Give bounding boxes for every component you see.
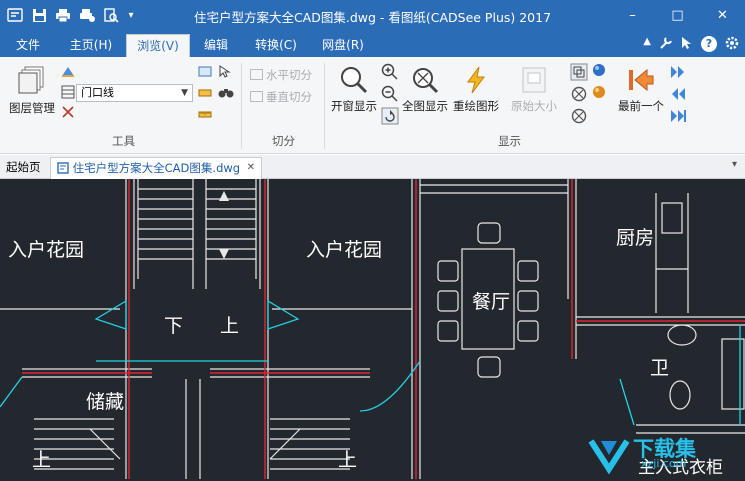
label-up-center: 上 bbox=[220, 315, 240, 337]
pointer-icon[interactable] bbox=[681, 36, 693, 53]
maximize-button[interactable]: □ bbox=[655, 0, 700, 31]
layer-manage-button[interactable]: 图层管理 bbox=[8, 65, 56, 116]
help-icon[interactable]: ? bbox=[701, 36, 717, 52]
group-divider bbox=[324, 63, 325, 149]
watermark-sub: xzji.com bbox=[641, 457, 687, 470]
tab-active-drawing[interactable]: 住宅户型方案大全CAD图集.dwg ✕ bbox=[50, 157, 262, 179]
tab-file[interactable]: 文件 bbox=[6, 34, 50, 57]
horizontal-split-button[interactable]: 水平切分 bbox=[250, 67, 320, 83]
zoom-in-icon[interactable] bbox=[381, 63, 399, 81]
active-drawing-name: 住宅户型方案大全CAD图集.dwg bbox=[72, 161, 241, 175]
redraw-button[interactable]: 重绘图形 bbox=[452, 65, 500, 114]
horizontal-split-icon bbox=[250, 69, 263, 80]
label-dining: 餐厅 bbox=[472, 291, 511, 313]
tab-start-page[interactable]: 起始页 bbox=[6, 157, 41, 179]
first-button[interactable]: 最前一个 bbox=[616, 65, 666, 114]
window-display-label: 开窗显示 bbox=[331, 99, 377, 113]
download-logo-icon bbox=[588, 439, 630, 475]
vertical-split-label: 垂直切分 bbox=[266, 90, 312, 104]
close-tab-icon[interactable]: ✕ bbox=[247, 158, 255, 178]
label-up-left: 上 bbox=[32, 449, 52, 471]
label-down: 下 bbox=[164, 315, 184, 337]
layer-color-icon[interactable] bbox=[60, 63, 76, 79]
layer-manage-label: 图层管理 bbox=[9, 101, 55, 115]
tab-browse[interactable]: 浏览(V) bbox=[126, 34, 190, 57]
collapse-ribbon-icon[interactable]: ▲ bbox=[643, 36, 651, 53]
redraw-label: 重绘图形 bbox=[453, 99, 499, 113]
rotate-icon[interactable] bbox=[381, 107, 399, 125]
full-display-button[interactable]: 全图显示 bbox=[400, 65, 450, 114]
label-kitchen: 厨房 bbox=[616, 227, 655, 249]
layer-combo[interactable]: 门口线 ▼ bbox=[76, 84, 193, 102]
chevron-down-icon: ▼ bbox=[181, 88, 188, 98]
layer-delete-icon[interactable] bbox=[60, 104, 76, 120]
minimize-button[interactable]: – bbox=[610, 0, 655, 31]
horizontal-split-label: 水平切分 bbox=[266, 68, 312, 82]
zoom-extents-icon bbox=[413, 68, 439, 94]
zoom-out-icon[interactable] bbox=[381, 85, 399, 103]
layer-state-icon[interactable] bbox=[60, 84, 76, 100]
select-cursor-icon[interactable] bbox=[218, 65, 232, 79]
dwg-file-icon bbox=[57, 162, 69, 174]
vertical-split-icon bbox=[250, 91, 263, 102]
layers-icon bbox=[18, 66, 44, 94]
ruler-icon[interactable] bbox=[198, 107, 212, 121]
settings-icon[interactable] bbox=[725, 36, 739, 53]
label-entrance-garden-right: 入户花园 bbox=[306, 239, 383, 261]
close-button[interactable]: ✕ bbox=[700, 0, 745, 31]
label-up-right: 上 bbox=[338, 449, 358, 471]
tab-convert[interactable]: 转换(C) bbox=[248, 34, 304, 57]
previous-icon[interactable] bbox=[670, 87, 686, 101]
window-display-button[interactable]: 开窗显示 bbox=[330, 65, 378, 114]
first-label: 最前一个 bbox=[618, 99, 664, 113]
label-entrance-garden-left: 入户花园 bbox=[8, 239, 85, 261]
orange-sphere-icon[interactable] bbox=[592, 85, 606, 99]
measure-icon[interactable] bbox=[198, 86, 212, 100]
original-size-icon bbox=[522, 67, 546, 93]
zoom-window-icon bbox=[341, 67, 368, 94]
original-size-label: 原始大小 bbox=[511, 99, 557, 113]
ribbon-tabs: 文件 主页(H) 浏览(V) 编辑 转换(C) 网盘(R) ▲ ? bbox=[0, 31, 745, 57]
blue-sphere-icon[interactable] bbox=[592, 63, 606, 77]
hide-icon[interactable] bbox=[570, 107, 588, 125]
tab-overflow-icon[interactable]: ▾ bbox=[732, 159, 737, 170]
next-icon[interactable] bbox=[670, 65, 686, 79]
tab-cloud[interactable]: 网盘(R) bbox=[314, 34, 372, 57]
screen-icon[interactable] bbox=[198, 65, 212, 79]
first-arrow-icon bbox=[629, 68, 654, 92]
find-icon[interactable] bbox=[218, 86, 234, 100]
ribbon-panel: 图层管理 门口线 ▼ 工具 水平切分 垂直切分 切分 开窗显示 全图显示 重绘图… bbox=[0, 57, 745, 154]
lightning-icon bbox=[467, 66, 485, 94]
full-display-label: 全图显示 bbox=[402, 99, 448, 113]
drawing-canvas[interactable]: 入户花园 入户花园 餐厅 厨房 卫 下 上 储藏 上 上 主入式衣柜 下载集 x… bbox=[0, 179, 745, 481]
tools-group-label: 工具 bbox=[112, 134, 135, 148]
last-icon[interactable] bbox=[670, 109, 686, 123]
split-group-label: 切分 bbox=[272, 134, 295, 148]
label-storage: 储藏 bbox=[86, 391, 125, 413]
layer-combo-value: 门口线 bbox=[81, 86, 114, 99]
watermark: 下载集 xzji.com bbox=[587, 433, 737, 477]
vertical-split-button[interactable]: 垂直切分 bbox=[250, 89, 320, 105]
tools-icon[interactable] bbox=[659, 36, 673, 53]
document-tabs: 起始页 住宅户型方案大全CAD图集.dwg ✕ ▾ bbox=[0, 155, 745, 179]
original-size-button[interactable]: 原始大小 bbox=[508, 65, 560, 114]
title-bar: ▾ 住宅户型方案大全CAD图集.dwg - 看图纸(CADSee Plus) 2… bbox=[0, 0, 745, 31]
tab-home[interactable]: 主页(H) bbox=[62, 34, 120, 57]
display-group-label: 显示 bbox=[498, 134, 521, 148]
view-window-icon[interactable] bbox=[570, 63, 588, 81]
no-fill-icon[interactable] bbox=[570, 85, 588, 103]
label-bath: 卫 bbox=[650, 357, 670, 379]
tab-edit[interactable]: 编辑 bbox=[196, 34, 236, 57]
group-divider bbox=[241, 63, 242, 149]
